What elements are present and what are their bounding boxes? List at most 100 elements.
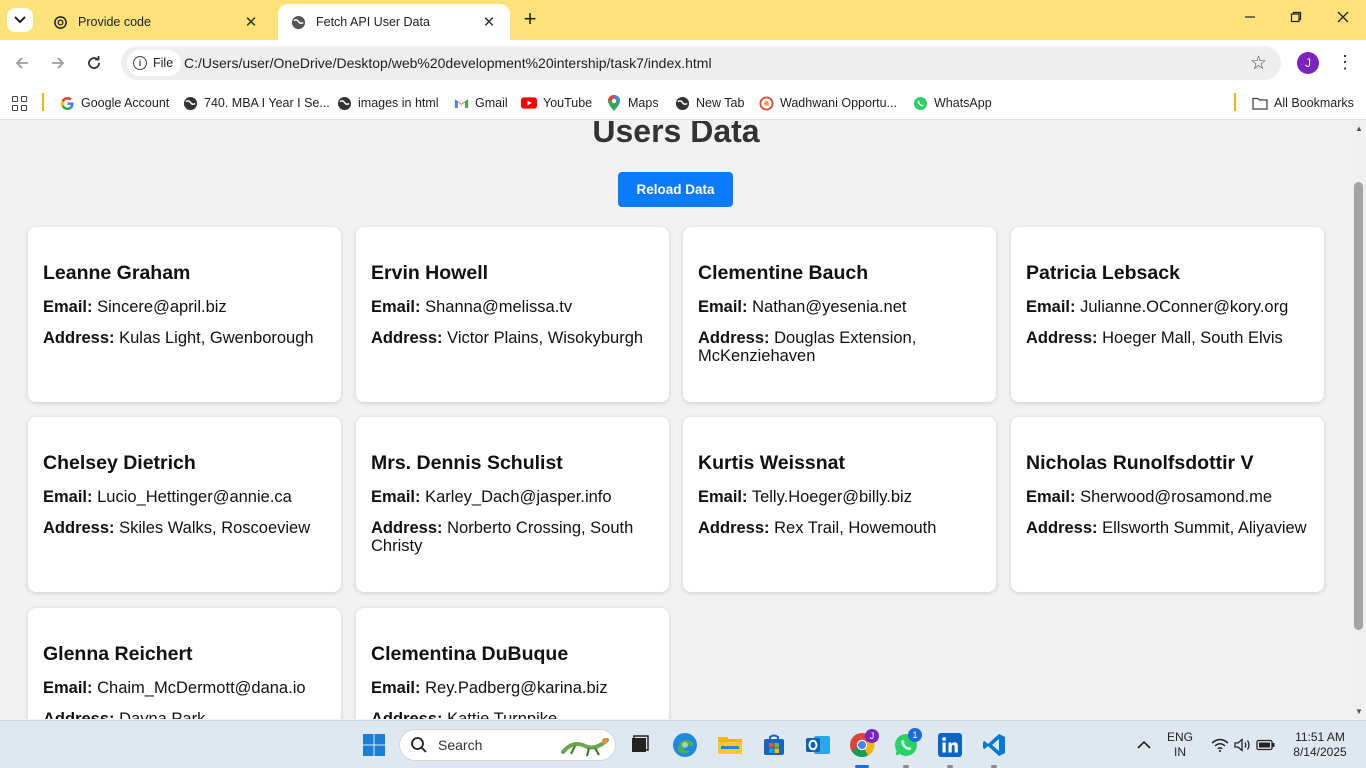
user-card: Patricia Lebsack Email: Julianne.OConner@… [1011,227,1324,402]
user-card: Mrs. Dennis Schulist Email: Karley_Dach@j… [356,417,669,592]
email-label: Email: [371,488,421,506]
user-address: Address: Hoeger Mall, South Elvis [1026,329,1309,347]
show-hidden-icons-chevron-icon[interactable] [1130,731,1158,759]
tab-search-button[interactable] [7,8,33,32]
file-explorer-icon[interactable] [716,731,744,759]
bookmark-images-in-html[interactable]: images in html [336,93,439,113]
scroll-down-arrow-icon[interactable]: ▼ [1352,707,1366,716]
user-address: Address: Skiles Walks, Roscoeview [43,519,326,537]
close-icon[interactable]: ✕ [480,13,498,31]
back-arrow-icon[interactable] [11,52,33,74]
user-email: Email: Julianne.OConner@kory.org [1026,298,1309,316]
language-code: ENG [1166,730,1193,744]
bookmark-separator [42,93,44,111]
user-card: Chelsey Dietrich Email: Lucio_Hettinger@a… [28,417,341,592]
bookmark-star-icon[interactable]: ☆ [1250,52,1267,75]
whatsapp-icon [912,95,928,111]
outlook-icon[interactable] [804,731,832,759]
taskbar: Search J 1 ENG IN 11:51 AM 8/14/2025 [0,720,1366,768]
whatsapp-notification-badge: 1 [908,728,922,742]
task-view-icon[interactable] [626,731,654,759]
edge-browser-icon[interactable] [671,731,699,759]
taskbar-search[interactable]: Search [399,729,616,761]
bookmark-maps[interactable]: Maps [606,93,659,113]
profile-avatar[interactable]: J [1297,52,1319,74]
close-icon[interactable]: ✕ [242,13,260,31]
all-bookmarks[interactable]: All Bookmarks [1252,93,1354,113]
user-email: Email: Chaim_McDermott@dana.io [43,679,326,697]
bookmarks-bar: Google Account 740. MBA I Year I Se... i… [0,86,1366,120]
globe-icon [336,95,352,111]
email-value: Lucio_Hettinger@annie.ca [97,488,292,506]
email-label: Email: [371,298,421,316]
microsoft-store-icon[interactable] [760,731,788,759]
info-icon: i [133,56,147,70]
user-card: Kurtis Weissnat Email: Telly.Hoeger@billy… [683,417,996,592]
menu-kebab-icon[interactable]: ⋮ [1336,50,1354,74]
tab-fetch-api-user-data[interactable]: Fetch API User Data ✕ [278,4,510,40]
email-value: Julianne.OConner@kory.org [1080,298,1289,316]
bookmark-whatsapp[interactable]: WhatsApp [912,93,992,113]
user-name: Glenna Reichert [43,643,193,665]
user-name: Ervin Howell [371,262,489,284]
minimize-icon[interactable] [1240,10,1260,27]
user-email: Email: Shanna@melissa.tv [371,298,654,316]
user-card: Nicholas Runolfsdottir V Email: Sherwood@… [1011,417,1324,592]
bookmark-label: Maps [628,96,659,110]
clock[interactable]: 11:51 AM 8/14/2025 [1284,730,1356,760]
globe-icon [674,95,690,111]
email-value: Shanna@melissa.tv [425,298,573,316]
site-info-chip[interactable]: i File [127,50,182,76]
address-label: Address: [43,329,115,347]
address-value: Rex Trail, Howemouth [774,519,937,537]
scrollbar-thumb[interactable] [1354,182,1363,630]
apps-grid-icon[interactable] [12,96,27,111]
bookmark-label: All Bookmarks [1274,96,1354,110]
bookmark-label: YouTube [543,96,593,110]
user-card: Ervin Howell Email: Shanna@melissa.tv Addr… [356,227,669,402]
bookmark-google-account[interactable]: Google Account [59,93,169,113]
battery-icon[interactable] [1252,731,1280,759]
bookmark-gmail[interactable]: Gmail [453,93,508,113]
url-text[interactable]: C:/Users/user/OneDrive/Desktop/web%20dev… [184,55,712,71]
restore-icon[interactable] [1286,10,1306,27]
window-close-icon[interactable] [1333,10,1353,27]
chevron-down-icon [14,16,26,24]
bookmark-label: 740. MBA I Year I Se... [204,96,330,110]
scroll-up-arrow-icon[interactable]: ▲ [1352,124,1366,133]
user-address: Address: Ellsworth Summit, Aliyaview [1026,519,1309,537]
windows-start-icon[interactable] [360,731,388,759]
bookmark-label: images in html [358,96,439,110]
reload-icon[interactable] [83,52,105,74]
address-value: Kulas Light, Gwenborough [119,329,314,347]
vscode-icon[interactable] [980,731,1008,759]
tab-provide-code[interactable]: Provide code ✕ [40,4,272,40]
user-address: Address: Kattie Turnpike, Lebsackbury [371,710,654,719]
bookmark-label: Google Account [81,96,170,110]
bookmark-mba[interactable]: 740. MBA I Year I Se... [182,93,330,113]
address-label: Address: [43,519,115,537]
search-icon [411,737,427,753]
user-name: Kurtis Weissnat [698,452,846,474]
linkedin-icon[interactable] [936,731,964,759]
address-label: Address: [698,519,770,537]
email-value: Sincere@april.biz [97,298,227,316]
clock-date: 8/14/2025 [1293,745,1347,759]
globe-icon [290,14,306,30]
reload-data-button[interactable]: Reload Data [618,172,733,207]
bookmark-wadhwani[interactable]: Wadhwani Opportu... [758,93,897,113]
new-tab-plus-icon[interactable]: + [519,8,541,31]
chrome-profile-badge: J [865,729,879,743]
email-label: Email: [43,679,93,697]
input-language-indicator[interactable]: ENG IN [1160,730,1200,760]
user-name: Nicholas Runolfsdottir V [1026,452,1254,474]
address-bar[interactable]: i File C:/Users/user/OneDrive/Desktop/we… [121,46,1281,80]
user-address: Address: Rex Trail, Howemouth [698,519,981,537]
forward-arrow-icon[interactable] [47,52,69,74]
bookmark-youtube[interactable]: YouTube [521,93,592,113]
email-label: Email: [371,679,421,697]
address-label: Address: [371,519,443,537]
user-name: Clementina DuBuque [371,643,569,665]
email-label: Email: [1026,298,1076,316]
bookmark-new-tab[interactable]: New Tab [674,93,744,113]
